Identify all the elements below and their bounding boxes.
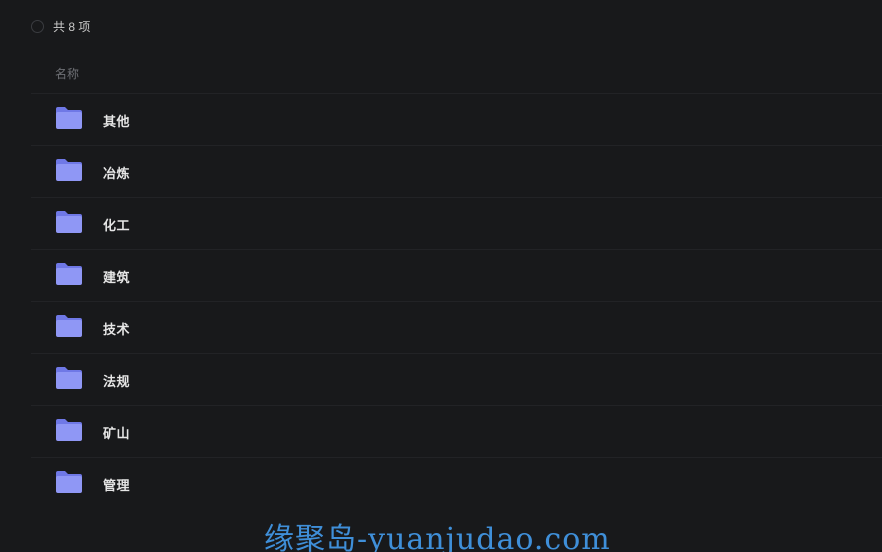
list-item[interactable]: 技术 [31,301,882,353]
list-item[interactable]: 建筑 [31,249,882,301]
list-item[interactable]: 化工 [31,197,882,249]
list-header-bar: 共 8 项 [31,17,90,35]
list-item[interactable]: 矿山 [31,405,882,457]
folder-name: 其他 [103,114,131,129]
folder-icon [55,106,83,130]
column-header-name[interactable]: 名称 [55,65,79,82]
folder-icon [55,314,83,338]
folder-icon [55,366,83,390]
list-item[interactable]: 冶炼 [31,145,882,197]
item-count: 共 8 项 [53,19,91,34]
folder-list: 其他 冶炼 化工 建筑 技术 法规 矿山 管理 [31,93,882,509]
folder-icon [55,470,83,494]
folder-name: 冶炼 [103,166,131,181]
folder-name: 矿山 [103,426,131,441]
folder-name: 建筑 [103,270,131,285]
folder-name: 法规 [103,374,131,389]
folder-icon [55,262,83,286]
folder-icon [55,158,83,182]
list-item[interactable]: 其他 [31,93,882,145]
list-item[interactable]: 法规 [31,353,882,405]
folder-name: 化工 [103,218,131,233]
folder-icon [55,210,83,234]
folder-icon [55,418,83,442]
list-item[interactable]: 管理 [31,457,882,509]
folder-name: 管理 [103,478,131,493]
folder-name: 技术 [103,322,131,337]
select-all-checkbox[interactable] [31,19,44,33]
watermark-text: 缘聚岛-yuanjudao.com [264,522,611,552]
file-browser: 共 8 项 名称 其他 冶炼 化工 建筑 技术 法规 矿山 管理 缘聚岛-yua… [0,0,882,552]
